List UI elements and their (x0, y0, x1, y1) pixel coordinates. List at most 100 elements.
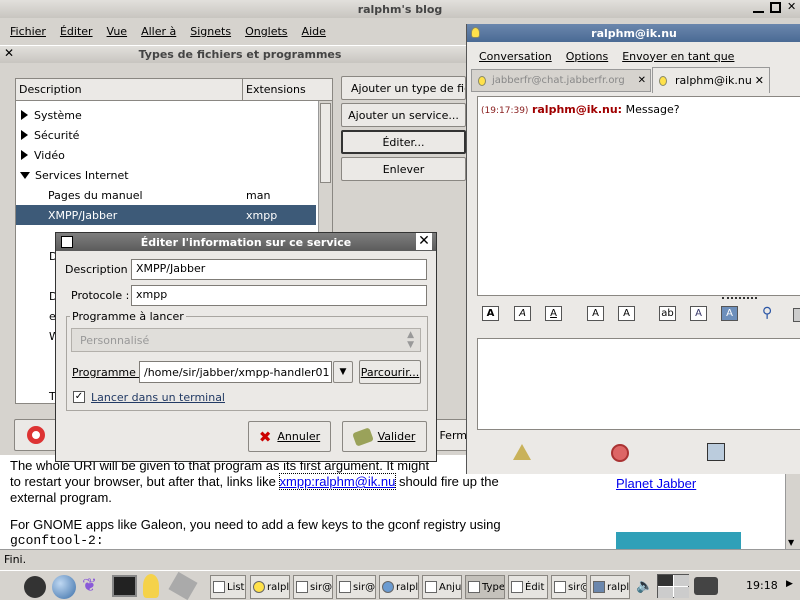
font-face-icon[interactable]: ab (659, 306, 676, 321)
terminal-label[interactable]: Lancer dans un terminal (91, 391, 225, 404)
close-icon[interactable]: ✕ (787, 1, 798, 13)
help-button[interactable] (14, 419, 58, 451)
xmpp-link[interactable]: xmpp:ralphm@ik.nu (278, 473, 397, 490)
chat-tab-jabberfr[interactable]: jabberfr@chat.jabberfr.org ✕ (471, 69, 651, 92)
image-icon[interactable] (793, 308, 800, 322)
gaim-icon[interactable] (143, 574, 159, 598)
menu-signets[interactable]: Signets (183, 25, 238, 38)
task-anju[interactable]: Anju (422, 575, 462, 599)
menu-aide[interactable]: Aide (295, 25, 333, 38)
expander-icon[interactable] (21, 130, 28, 140)
browser-titlebar[interactable]: ralphm's blog (0, 0, 800, 18)
task-sir2[interactable]: sir@ (336, 575, 376, 599)
tools-icon[interactable] (168, 571, 198, 600)
workspace-3[interactable] (658, 587, 673, 598)
planet-jabber-link[interactable]: Planet Jabber (616, 476, 696, 491)
workspace-1[interactable] (658, 575, 673, 586)
chat-titlebar[interactable]: ralphm@ik.nu (467, 24, 800, 42)
bg-color-icon[interactable]: A (721, 306, 738, 321)
close-icon[interactable]: ✕ (638, 75, 646, 86)
volume-icon[interactable]: 🔈 (636, 578, 653, 594)
warn-icon[interactable] (513, 444, 531, 460)
maximize-icon[interactable] (770, 2, 781, 13)
filetypes-titlebar[interactable]: Types de fichiers et programmes (0, 45, 480, 63)
font-larger-icon[interactable]: A (587, 306, 604, 321)
link-icon[interactable]: ⚲ (762, 305, 772, 321)
menu-options[interactable]: Options (559, 50, 615, 63)
tree-row-pages-manuel[interactable]: Pages du manuel man (16, 185, 316, 205)
font-smaller-icon[interactable]: A (618, 306, 635, 321)
workspace-4[interactable] (674, 587, 689, 598)
task-ralph1[interactable]: ralpl (250, 575, 290, 599)
clock[interactable]: 19:18 (746, 579, 778, 592)
task-ralph3[interactable]: ralpl (590, 575, 630, 599)
menu-editer[interactable]: Éditer (53, 25, 100, 38)
ok-button[interactable]: Valider (342, 421, 427, 452)
task-liste[interactable]: Liste (210, 575, 246, 599)
edit-button[interactable]: Éditer... (341, 130, 466, 154)
tree-row-securite[interactable]: Sécurité (16, 125, 316, 145)
resize-handle[interactable] (722, 297, 757, 300)
expander-icon[interactable] (21, 150, 28, 160)
task-label: sir@ (310, 581, 333, 593)
block-icon[interactable] (611, 444, 629, 462)
chat-tab-ralphm[interactable]: ralphm@ik.nu ✕ (652, 67, 770, 93)
scroll-thumb[interactable] (320, 103, 331, 183)
task-edit[interactable]: Édit (508, 575, 548, 599)
bulb-icon (471, 27, 480, 38)
menu-envoyer[interactable]: Envoyer en tant que (615, 50, 741, 63)
underline-icon[interactable]: A (545, 306, 562, 321)
task-sir3[interactable]: sir@ (551, 575, 587, 599)
terminal-checkbox[interactable]: ✓ (73, 391, 85, 403)
workspace-2[interactable] (674, 575, 689, 586)
gnome-foot-icon[interactable] (24, 576, 46, 598)
edit-dialog-titlebar[interactable]: Éditer l'information sur ce service (56, 233, 436, 251)
content-line-4: For GNOME apps like Galeon, you need to … (10, 517, 501, 532)
italic-icon[interactable]: A (514, 306, 531, 321)
tree-row-xmpp[interactable]: XMPP/Jabber xmpp (16, 205, 316, 225)
col-description[interactable]: Description (19, 83, 82, 96)
description-field[interactable]: XMPP/Jabber (131, 259, 427, 280)
menu-onglets[interactable]: Onglets (238, 25, 294, 38)
program-field[interactable]: /home/sir/jabber/xmpp-handler01 %s (139, 361, 332, 383)
add-filetype-button[interactable]: Ajouter un type de fichier (341, 76, 466, 100)
menu-fichier[interactable]: Fichier (3, 25, 53, 38)
remove-button[interactable]: Enlever (341, 157, 466, 181)
fg-color-icon[interactable]: A (690, 306, 707, 321)
camera-icon[interactable] (694, 577, 718, 595)
expander-icon[interactable] (21, 110, 28, 120)
dialog-close-icon[interactable]: ✕ (416, 233, 432, 250)
terminal-icon[interactable] (112, 575, 137, 597)
chat-log[interactable]: (19:17:39) ralphm@ik.nu: Message? (477, 96, 800, 296)
butterfly-icon[interactable]: ❦ (82, 575, 108, 599)
workspace-switcher[interactable] (657, 574, 689, 598)
protocol-field[interactable]: xmpp (131, 285, 427, 306)
program-dropdown-button[interactable]: ▼ (333, 361, 353, 383)
dialog-menu-icon[interactable] (61, 236, 73, 248)
message-input[interactable] (477, 338, 800, 430)
task-type[interactable]: Type (465, 575, 505, 599)
scroll-down-icon[interactable]: ▼ (788, 538, 794, 547)
send-file-icon[interactable] (707, 443, 725, 461)
close-icon[interactable]: ✕ (755, 74, 764, 87)
menu-vue[interactable]: Vue (100, 25, 135, 38)
tree-row-services-internet[interactable]: Services Internet (16, 165, 316, 185)
row-label: Vidéo (34, 148, 65, 162)
filetypes-close-icon[interactable]: ✕ (4, 46, 14, 60)
menu-conversation[interactable]: Conversation (472, 50, 559, 63)
browse-button[interactable]: Parcourir... (359, 360, 421, 384)
collapse-icon[interactable] (20, 171, 30, 179)
add-service-button[interactable]: Ajouter un service... (341, 103, 466, 127)
tree-row-systeme[interactable]: Système (16, 105, 316, 125)
tree-row-video[interactable]: Vidéo (16, 145, 316, 165)
scroll-right-icon[interactable]: ▶ (786, 579, 793, 589)
browser-globe-icon[interactable] (52, 575, 76, 599)
task-ralph2[interactable]: ralpl (379, 575, 419, 599)
task-sir1[interactable]: sir@ (293, 575, 333, 599)
close-button[interactable]: Ferm (434, 419, 470, 451)
menu-aller[interactable]: Aller à (134, 25, 183, 38)
minimize-icon[interactable] (753, 2, 764, 13)
cancel-button[interactable]: ✖ Annuler (248, 421, 331, 452)
bold-icon[interactable]: A (482, 306, 499, 321)
col-extensions[interactable]: Extensions (242, 79, 318, 100)
